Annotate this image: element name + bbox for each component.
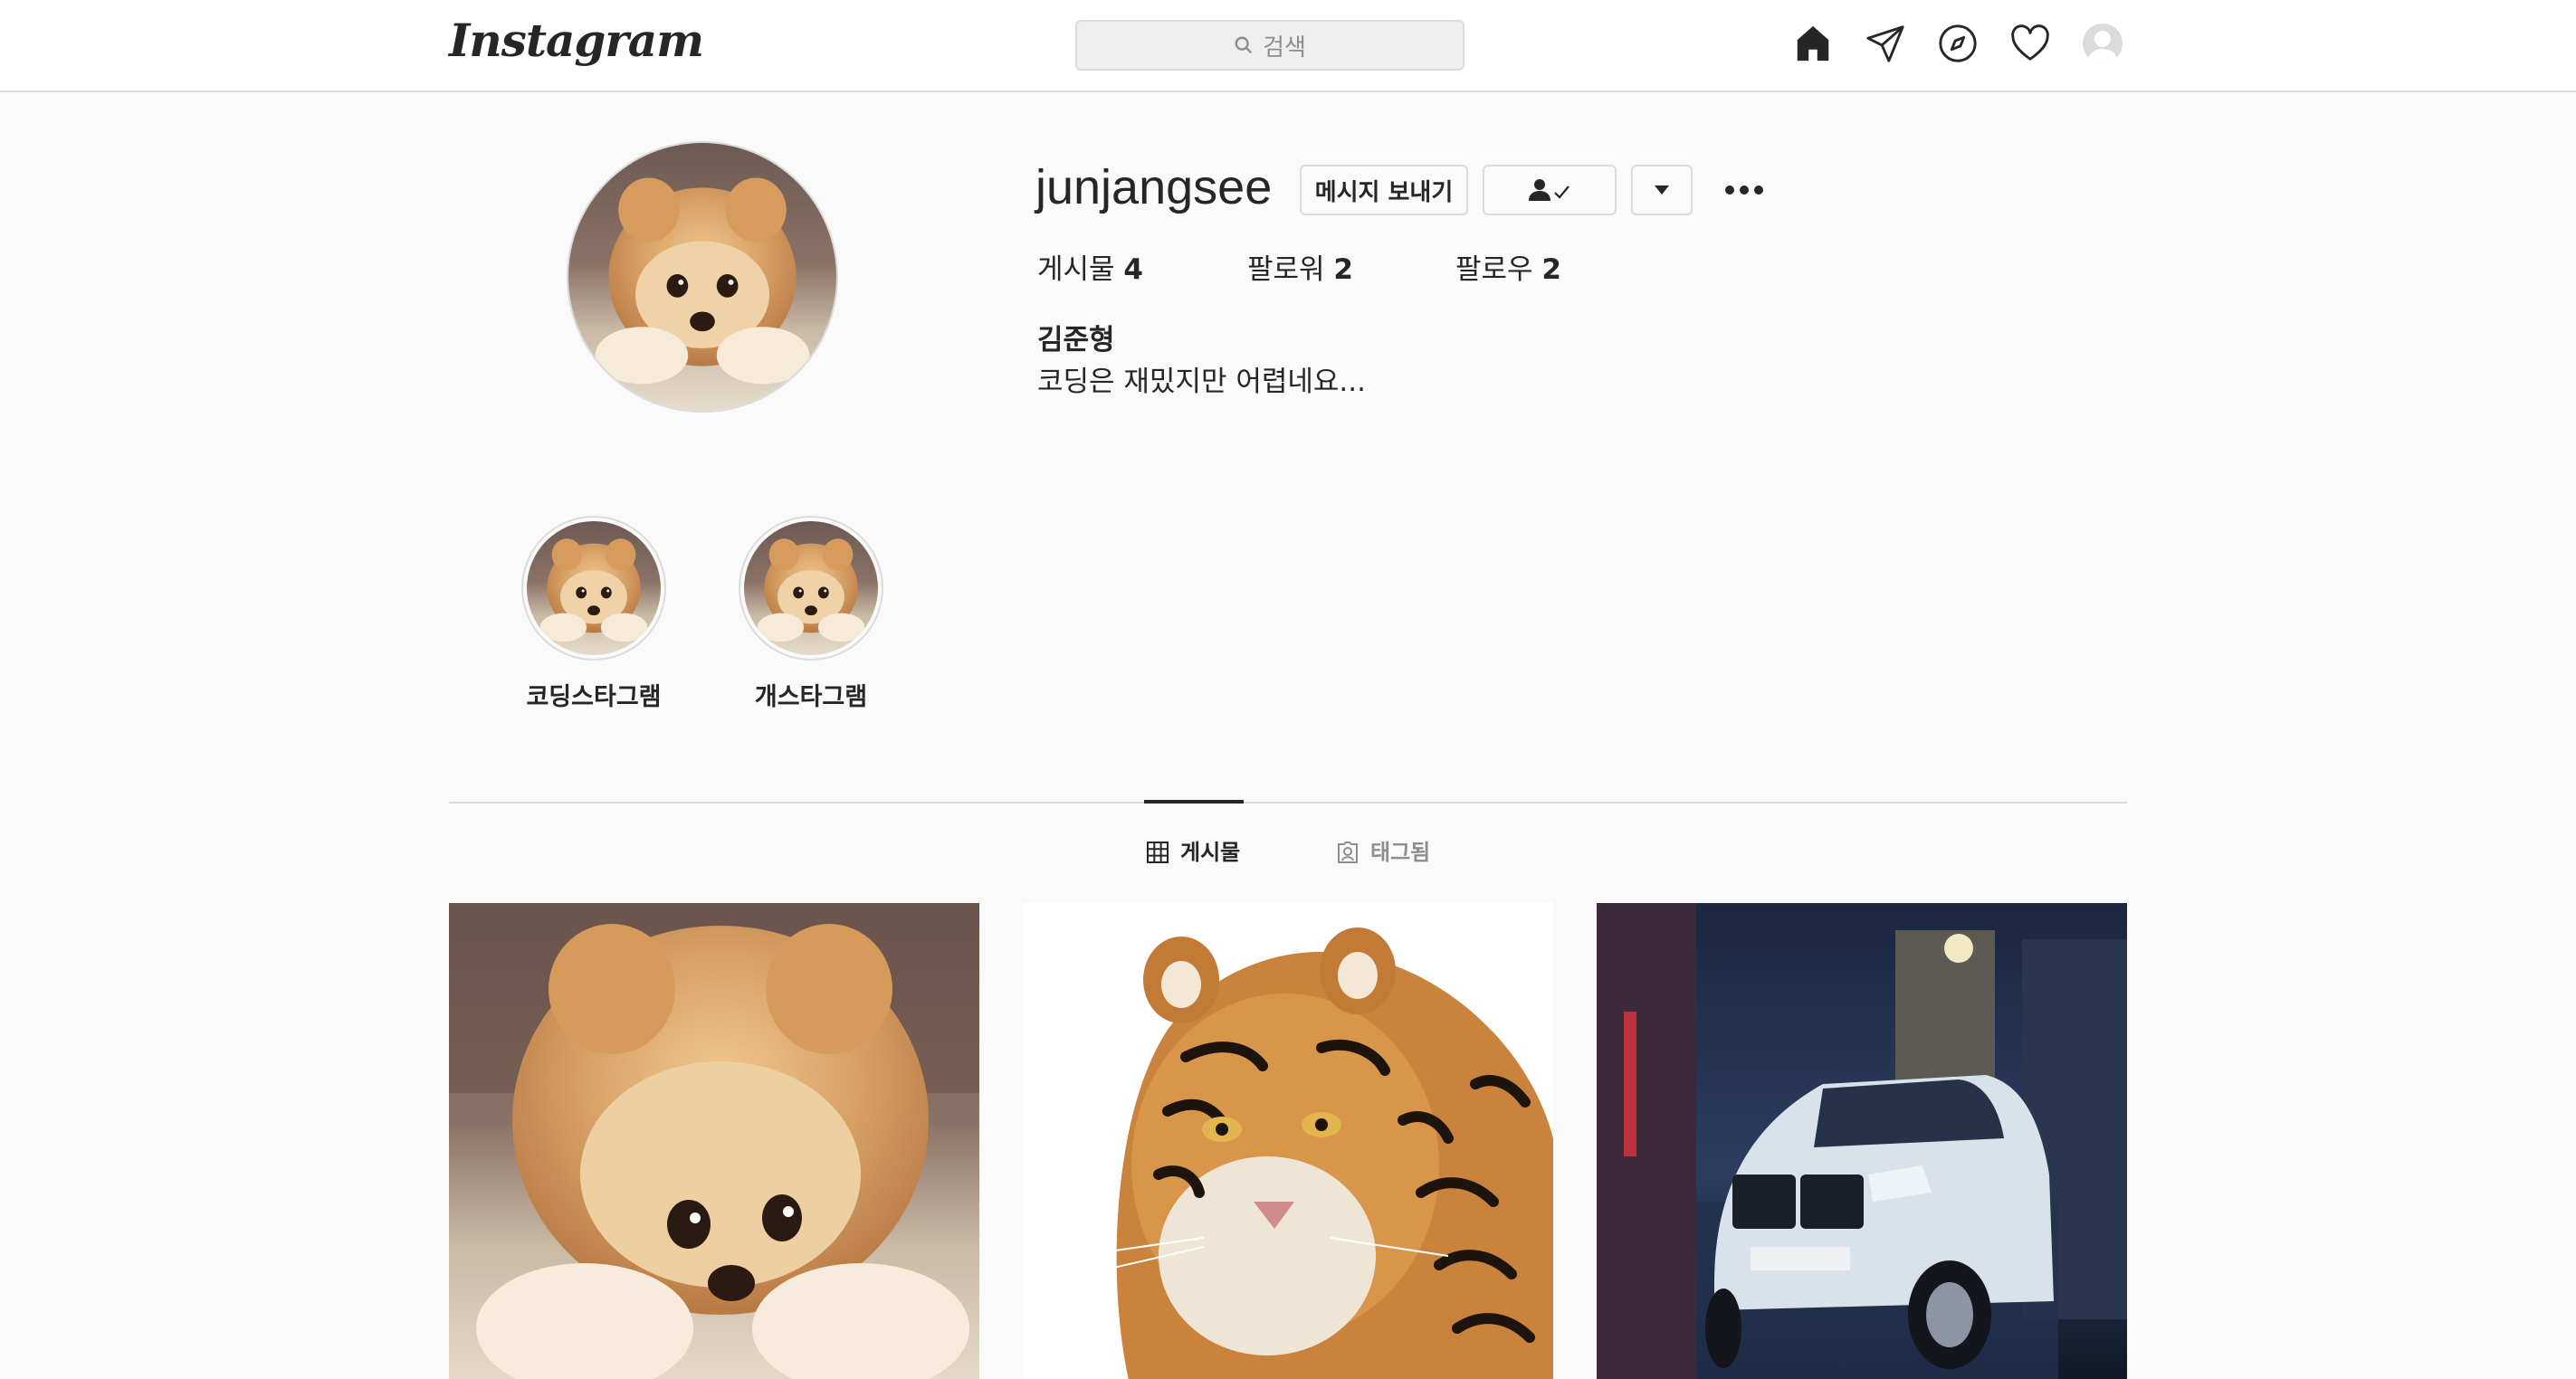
profile-bio: 코딩은 재밌지만 어렵네요... [1037, 366, 1366, 398]
search-input[interactable]: 검색 [1075, 20, 1465, 71]
profile-full-name: 김준형 [1037, 324, 1115, 357]
active-tab-indicator [1144, 800, 1244, 804]
person-check-icon [1529, 179, 1569, 201]
highlight-image [744, 521, 878, 655]
posts-label: 게시물 [1037, 253, 1115, 286]
following-value: 2 [1541, 253, 1561, 286]
explore-icon[interactable] [1937, 22, 1979, 65]
followers-count[interactable]: 팔로워 2 [1247, 250, 1455, 290]
highlight-image [527, 521, 661, 655]
instagram-logo[interactable]: Instagram [449, 9, 704, 72]
post-thumbnail[interactable] [1023, 903, 1553, 1379]
following-label: 팔로우 [1455, 253, 1533, 286]
tab-tagged[interactable]: 태그됨 [1336, 834, 1430, 870]
search-icon [1235, 36, 1253, 54]
story-highlight[interactable]: 코딩스타그램 [503, 516, 684, 715]
tagged-icon [1338, 842, 1358, 863]
car-post-image [1597, 903, 2127, 1379]
profile-avatar-icon[interactable] [2082, 22, 2123, 65]
posts-count: 게시물 4 [1037, 250, 1247, 290]
profile-stats: 게시물 4 팔로워 2 팔로우 2 [1037, 250, 1561, 290]
activity-heart-icon[interactable] [2009, 22, 2051, 65]
direct-icon[interactable] [1865, 22, 1906, 65]
suggested-accounts-button[interactable] [1631, 165, 1693, 215]
tab-posts-label: 게시물 [1180, 840, 1241, 865]
more-dots-icon[interactable] [1720, 172, 1769, 208]
followers-value: 2 [1333, 253, 1353, 286]
highlight-label: 코딩스타그램 [526, 683, 662, 711]
posts-value: 4 [1123, 253, 1143, 286]
story-highlight[interactable]: 개스타그램 [720, 516, 902, 715]
highlight-label: 개스타그램 [754, 683, 868, 711]
following-button[interactable] [1483, 165, 1617, 215]
search-placeholder: 검색 [1263, 33, 1306, 62]
tab-tagged-label: 태그됨 [1370, 840, 1431, 865]
nav-icon-group [1792, 22, 2123, 65]
dog-image [568, 143, 836, 411]
top-navigation-bar: Instagram 검색 [0, 0, 2576, 92]
followers-label: 팔로워 [1247, 253, 1325, 286]
tiger-post-image [1023, 903, 1553, 1379]
post-thumbnail[interactable] [1597, 903, 2127, 1379]
profile-username: junjangsee [1035, 160, 1273, 214]
nav-avatar [2083, 24, 2123, 63]
highlight-ring [739, 516, 883, 661]
following-count[interactable]: 팔로우 2 [1455, 250, 1561, 290]
tabs-divider [449, 802, 2127, 804]
grid-icon [1147, 842, 1169, 863]
home-icon[interactable] [1792, 22, 1834, 65]
post-thumbnail[interactable] [449, 903, 979, 1379]
dog-post-image [449, 903, 979, 1379]
highlight-ring [521, 516, 666, 661]
tab-posts[interactable]: 게시물 [1146, 834, 1240, 870]
profile-avatar[interactable] [567, 141, 838, 413]
caret-down-icon [1655, 185, 1669, 195]
message-button[interactable]: 메시지 보내기 [1300, 165, 1468, 215]
